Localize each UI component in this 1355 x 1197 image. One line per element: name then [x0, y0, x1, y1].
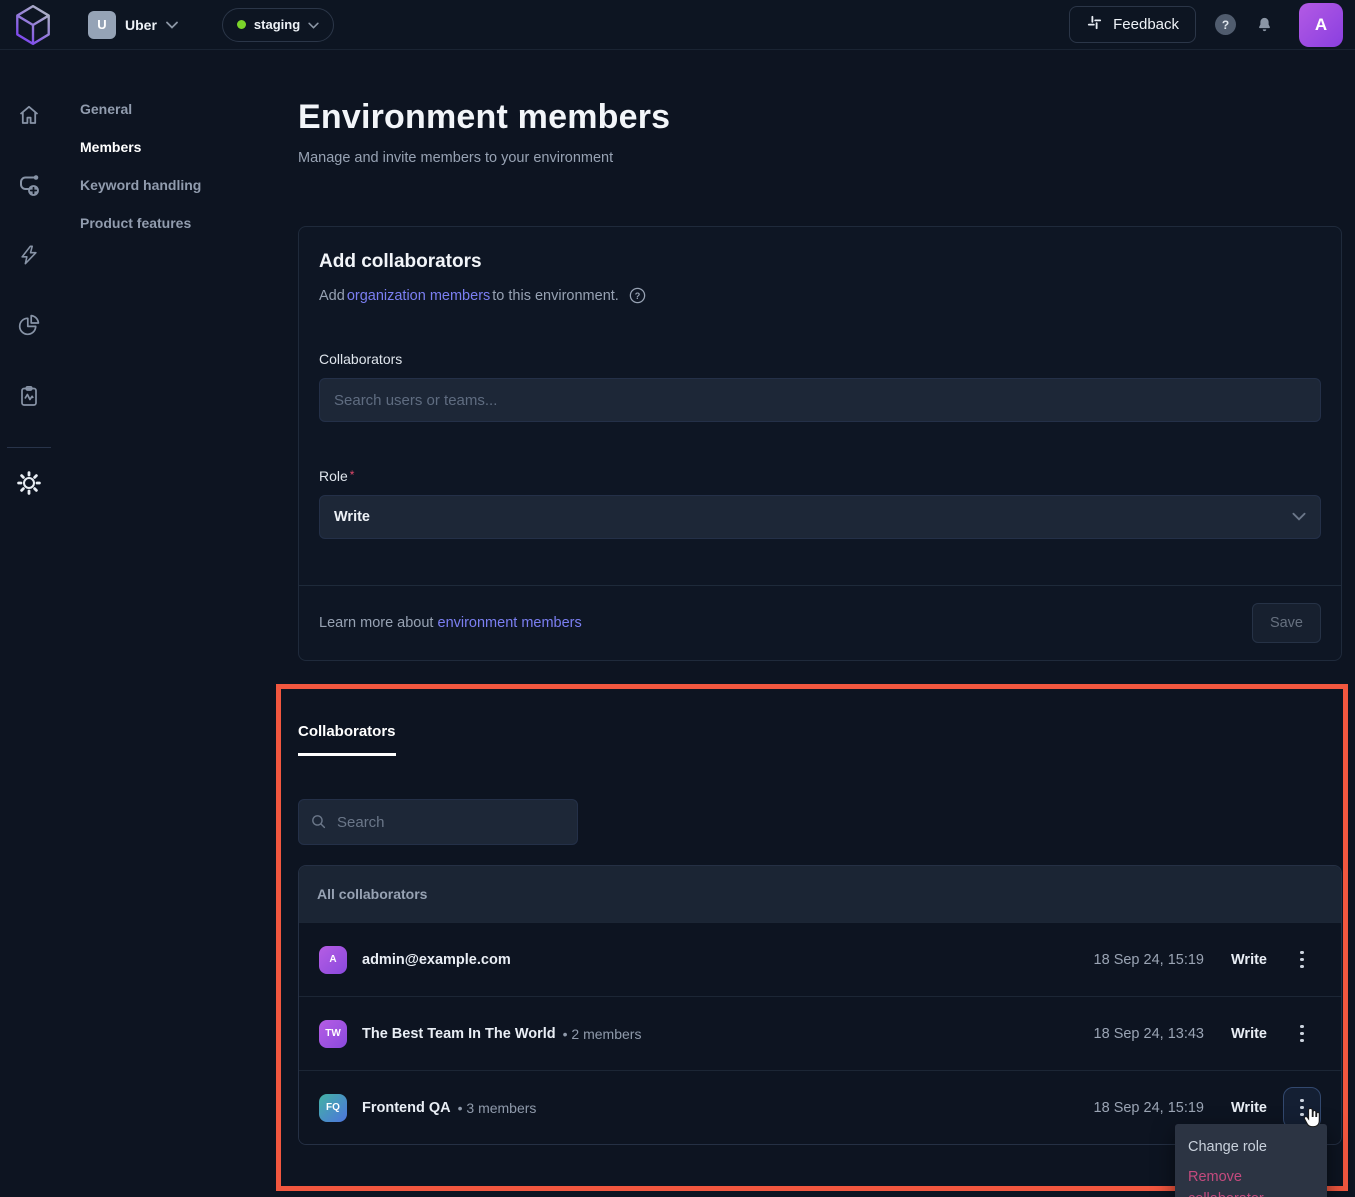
icon-rail — [0, 50, 58, 1197]
row-name: The Best Team In The World — [362, 1026, 556, 1042]
collaborators-section: Collaborators All collaborators A admin@… — [298, 723, 1342, 1145]
row-role: Write — [1231, 1100, 1267, 1116]
subnav-item-members[interactable]: Members — [80, 140, 298, 154]
subnav-item-product-features[interactable]: Product features — [80, 216, 298, 230]
health-report-icon[interactable] — [16, 383, 42, 409]
help-glyph: ? — [1222, 18, 1229, 32]
collaborators-field-label: Collaborators — [319, 351, 1321, 367]
add-collaborators-card-footer: Learn more about environment members Sav… — [299, 585, 1341, 660]
desc-prefix: Add — [319, 288, 345, 304]
avatar-initial: A — [1315, 15, 1327, 35]
environment-selector[interactable]: staging — [222, 8, 334, 42]
collaborators-search-input[interactable] — [319, 378, 1321, 422]
required-asterisk: * — [350, 468, 355, 482]
row-right: 18 Sep 24, 15:19 Write — [1094, 1087, 1321, 1129]
table-header: All collaborators — [299, 866, 1341, 922]
kebab-dots — [1300, 951, 1304, 969]
subnav-item-general[interactable]: General — [80, 102, 298, 116]
collaborators-list-search-input[interactable] — [298, 799, 578, 845]
role-select[interactable]: Write — [319, 495, 1321, 539]
row-meta: • 3 members — [458, 1100, 537, 1116]
card-description: Add organization members to this environ… — [319, 286, 1321, 305]
role-field-label: Role* — [319, 468, 1321, 484]
env-name: staging — [254, 17, 300, 32]
topbar-actions: Feedback ? A — [1069, 3, 1343, 47]
card-title: Add collaborators — [319, 251, 1321, 273]
row-meta: • 2 members — [563, 1026, 642, 1042]
collaborators-search — [298, 799, 578, 845]
org-badge: U — [88, 11, 116, 39]
settings-gear-icon[interactable] — [16, 470, 42, 496]
row-avatar: TW — [319, 1020, 347, 1048]
row-date: 18 Sep 24, 15:19 — [1094, 952, 1204, 968]
row-date: 18 Sep 24, 13:43 — [1094, 1026, 1204, 1042]
rail-divider — [7, 447, 51, 448]
role-label-text: Role — [319, 468, 348, 484]
tab-collaborators[interactable]: Collaborators — [298, 723, 396, 756]
user-avatar[interactable]: A — [1299, 3, 1343, 47]
row-avatar: FQ — [319, 1094, 347, 1122]
table-row[interactable]: TW The Best Team In The World • 2 member… — [299, 996, 1341, 1070]
row-name: admin@example.com — [362, 952, 511, 968]
app-logo-icon[interactable] — [14, 3, 52, 47]
row-right: 18 Sep 24, 15:19 Write — [1094, 939, 1321, 981]
row-date: 18 Sep 24, 15:19 — [1094, 1100, 1204, 1116]
svg-text:?: ? — [635, 291, 641, 301]
row-actions-kebab-icon[interactable] — [1283, 1013, 1321, 1055]
home-icon[interactable] — [16, 102, 42, 128]
question-circle-icon[interactable]: ? — [628, 286, 647, 305]
desc-suffix: to this environment. — [492, 288, 619, 304]
main-content: Environment members Manage and invite me… — [298, 50, 1342, 1145]
org-name: Uber — [125, 17, 157, 33]
role-select-value: Write — [334, 509, 370, 525]
row-name: Frontend QA — [362, 1100, 451, 1116]
search-icon — [310, 813, 327, 835]
row-avatar: A — [319, 946, 347, 974]
kebab-dots — [1300, 1099, 1304, 1117]
row-role: Write — [1231, 952, 1267, 968]
page-subtitle: Manage and invite members to your enviro… — [298, 150, 1342, 166]
help-icon[interactable]: ? — [1215, 14, 1236, 35]
app-root: U Uber staging Feedback ? — [0, 0, 1355, 1197]
kebab-dots — [1300, 1025, 1304, 1043]
environment-members-link[interactable]: environment members — [438, 615, 582, 631]
feedback-label: Feedback — [1113, 16, 1179, 33]
menu-item-change-role[interactable]: Change role — [1175, 1132, 1327, 1162]
table-row[interactable]: A admin@example.com 18 Sep 24, 15:19 Wri… — [299, 922, 1341, 996]
topbar: U Uber staging Feedback ? — [0, 0, 1355, 50]
footer-text: Learn more about environment members — [319, 615, 582, 631]
page-title: Environment members — [298, 98, 1342, 137]
row-actions-kebab-icon[interactable] — [1283, 939, 1321, 981]
collaborators-table: All collaborators A admin@example.com 18… — [298, 865, 1342, 1145]
organization-members-link[interactable]: organization members — [347, 288, 490, 304]
row-role: Write — [1231, 1026, 1267, 1042]
lightning-icon[interactable] — [16, 242, 42, 268]
subnav-item-keyword-handling[interactable]: Keyword handling — [80, 178, 298, 192]
row-right: 18 Sep 24, 13:43 Write — [1094, 1013, 1321, 1055]
menu-item-remove-collaborator[interactable]: Remove collaborator — [1175, 1162, 1327, 1197]
row-actions-kebab-icon[interactable] — [1283, 1087, 1321, 1129]
chevron-down-icon — [1292, 508, 1306, 526]
row-context-menu: Change role Remove collaborator — [1175, 1124, 1327, 1197]
env-status-dot-icon — [237, 20, 246, 29]
notifications-bell-icon[interactable] — [1255, 15, 1274, 35]
chevron-down-icon — [308, 16, 319, 34]
pie-chart-icon[interactable] — [16, 312, 42, 338]
settings-subnav: General Members Keyword handling Product… — [58, 50, 298, 254]
add-collaborators-card-body: Add collaborators Add organization membe… — [299, 227, 1341, 585]
save-button[interactable]: Save — [1252, 603, 1321, 643]
org-selector[interactable]: U Uber — [88, 11, 178, 39]
footer-prefix: Learn more about — [319, 615, 438, 631]
feedback-button[interactable]: Feedback — [1069, 6, 1196, 43]
chevron-down-icon — [166, 16, 178, 34]
add-collaborators-card: Add collaborators Add organization membe… — [298, 226, 1342, 661]
create-feature-icon[interactable] — [16, 172, 42, 198]
slack-icon — [1086, 14, 1103, 35]
